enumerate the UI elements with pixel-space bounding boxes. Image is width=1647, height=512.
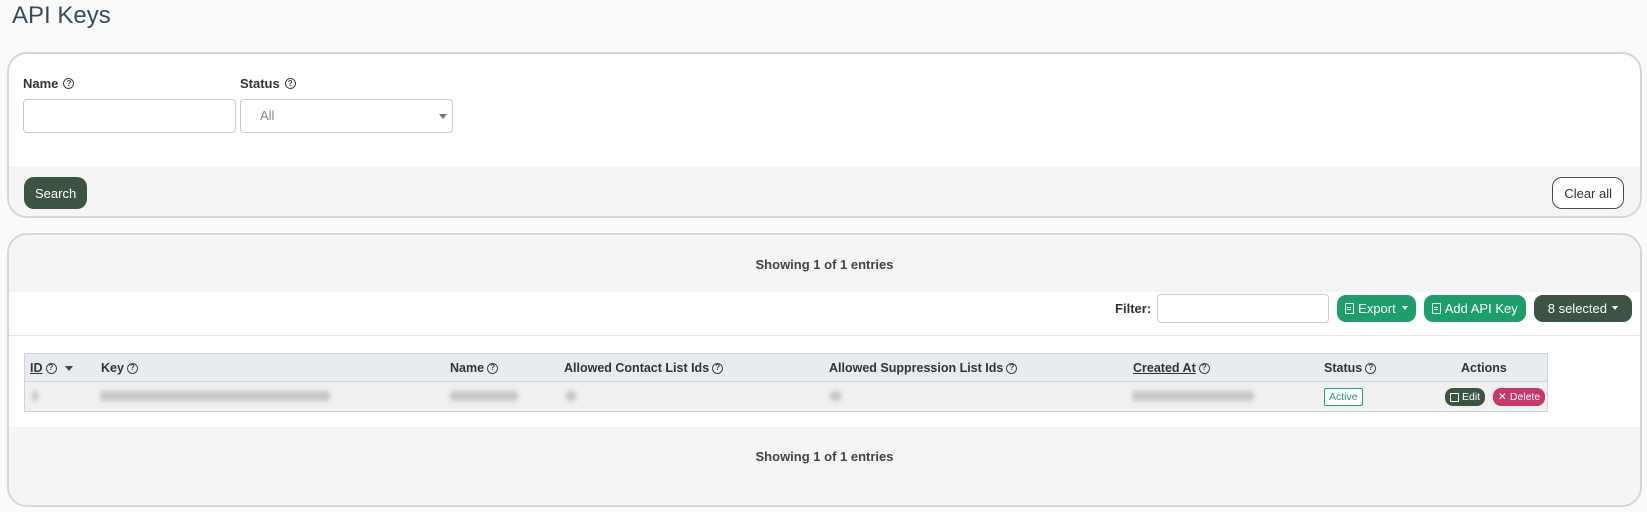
file-icon [1431, 302, 1441, 314]
excel-icon [1345, 302, 1355, 314]
column-header-created-at[interactable]: Created At ? [1133, 361, 1210, 375]
redacted-id [32, 391, 38, 401]
help-icon[interactable]: ? [126, 362, 138, 374]
api-keys-table: ID ? Key ? Name ? Allowed Contact List I… [24, 353, 1548, 412]
help-icon[interactable]: ? [712, 362, 724, 374]
help-icon[interactable]: ? [1365, 362, 1377, 374]
filter-input[interactable] [1157, 293, 1330, 323]
column-header-id[interactable]: ID ? [30, 361, 73, 375]
showing-count-bottom: Showing 1 of 1 entries [755, 449, 894, 464]
results-panel: Showing 1 of 1 entries Filter: Export Ad… [7, 233, 1642, 507]
status-badge: Active [1324, 388, 1363, 406]
redacted-suppression-list-ids [830, 391, 841, 401]
sort-desc-icon [64, 365, 73, 371]
help-icon[interactable]: ? [63, 78, 75, 89]
name-input[interactable] [23, 99, 236, 133]
help-icon[interactable]: ? [1198, 362, 1210, 374]
name-field: Name ? [23, 76, 236, 133]
column-header-key: Key ? [101, 361, 138, 375]
redacted-name [450, 391, 518, 401]
redacted-key [100, 391, 330, 401]
status-select-value: All [260, 108, 275, 123]
column-header-status: Status ? [1324, 361, 1377, 375]
column-header-name: Name ? [450, 361, 499, 375]
column-header-allowed-contact-list-ids: Allowed Contact List Ids ? [564, 361, 724, 375]
help-icon[interactable]: ? [487, 362, 499, 374]
table-header: ID ? Key ? Name ? Allowed Contact List I… [25, 354, 1547, 382]
column-header-actions: Actions [1461, 361, 1507, 375]
search-footer: Search Clear all [9, 166, 1640, 216]
column-header-allowed-suppression-list-ids: Allowed Suppression List Ids ? [829, 361, 1018, 375]
table-toolbar: Filter: Export Add API Key 8 selected [1115, 291, 1632, 325]
add-api-key-button[interactable]: Add API Key [1423, 294, 1526, 322]
edit-icon [1450, 392, 1459, 402]
help-icon[interactable]: ? [1006, 362, 1018, 374]
status-field: Status ? All [240, 76, 453, 133]
search-button[interactable]: Search [24, 177, 88, 209]
chevron-down-icon [439, 114, 447, 119]
showing-count-top: Showing 1 of 1 entries [755, 257, 894, 272]
export-button[interactable]: Export [1337, 294, 1416, 322]
table-row: Active Edit ✕ Delete [25, 382, 1547, 411]
clear-all-button[interactable]: Clear all [1552, 177, 1624, 209]
search-panel: Name ? Status ? All Search Clear all [7, 52, 1642, 218]
status-label: Status [240, 76, 280, 91]
status-select[interactable]: All [240, 99, 453, 133]
filter-label: Filter: [1115, 300, 1152, 316]
delete-button[interactable]: ✕ Delete [1493, 388, 1546, 406]
column-selector-button[interactable]: 8 selected [1533, 294, 1632, 322]
caret-down-icon [1612, 306, 1618, 310]
redacted-created-at [1132, 391, 1254, 401]
close-icon: ✕ [1498, 391, 1507, 403]
help-icon[interactable]: ? [45, 362, 57, 374]
help-icon[interactable]: ? [284, 78, 296, 89]
caret-down-icon [1401, 306, 1408, 310]
redacted-contact-list-ids [566, 391, 576, 401]
edit-button[interactable]: Edit [1445, 388, 1486, 406]
page-title: API Keys [12, 2, 111, 29]
name-label: Name [23, 76, 59, 91]
